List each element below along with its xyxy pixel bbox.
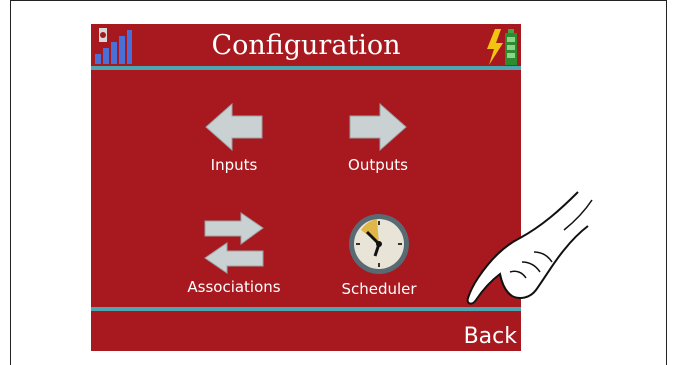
page-title: Configuration	[211, 30, 401, 61]
pointing-hand-icon	[466, 191, 593, 305]
associations-label: Associations	[187, 278, 281, 296]
title-bar: Configuration	[91, 24, 521, 66]
inputs-button[interactable]: Inputs	[194, 102, 274, 174]
header-divider	[91, 66, 521, 70]
scheduler-label: Scheduler	[341, 280, 417, 298]
associations-button[interactable]: Associations	[174, 212, 294, 296]
outputs-label: Outputs	[348, 156, 408, 174]
inputs-label: Inputs	[210, 156, 258, 174]
arrow-left-icon	[205, 102, 263, 152]
battery-charging-icon	[487, 29, 517, 65]
outputs-button[interactable]: Outputs	[328, 102, 428, 174]
arrow-right-icon	[349, 102, 407, 152]
touchscreen: Configuration Inputs Outputs Association…	[91, 24, 521, 351]
swap-arrows-icon	[204, 212, 264, 274]
scheduler-button[interactable]: Scheduler	[329, 212, 429, 298]
clock-icon	[349, 214, 409, 274]
footer-divider	[91, 307, 521, 311]
